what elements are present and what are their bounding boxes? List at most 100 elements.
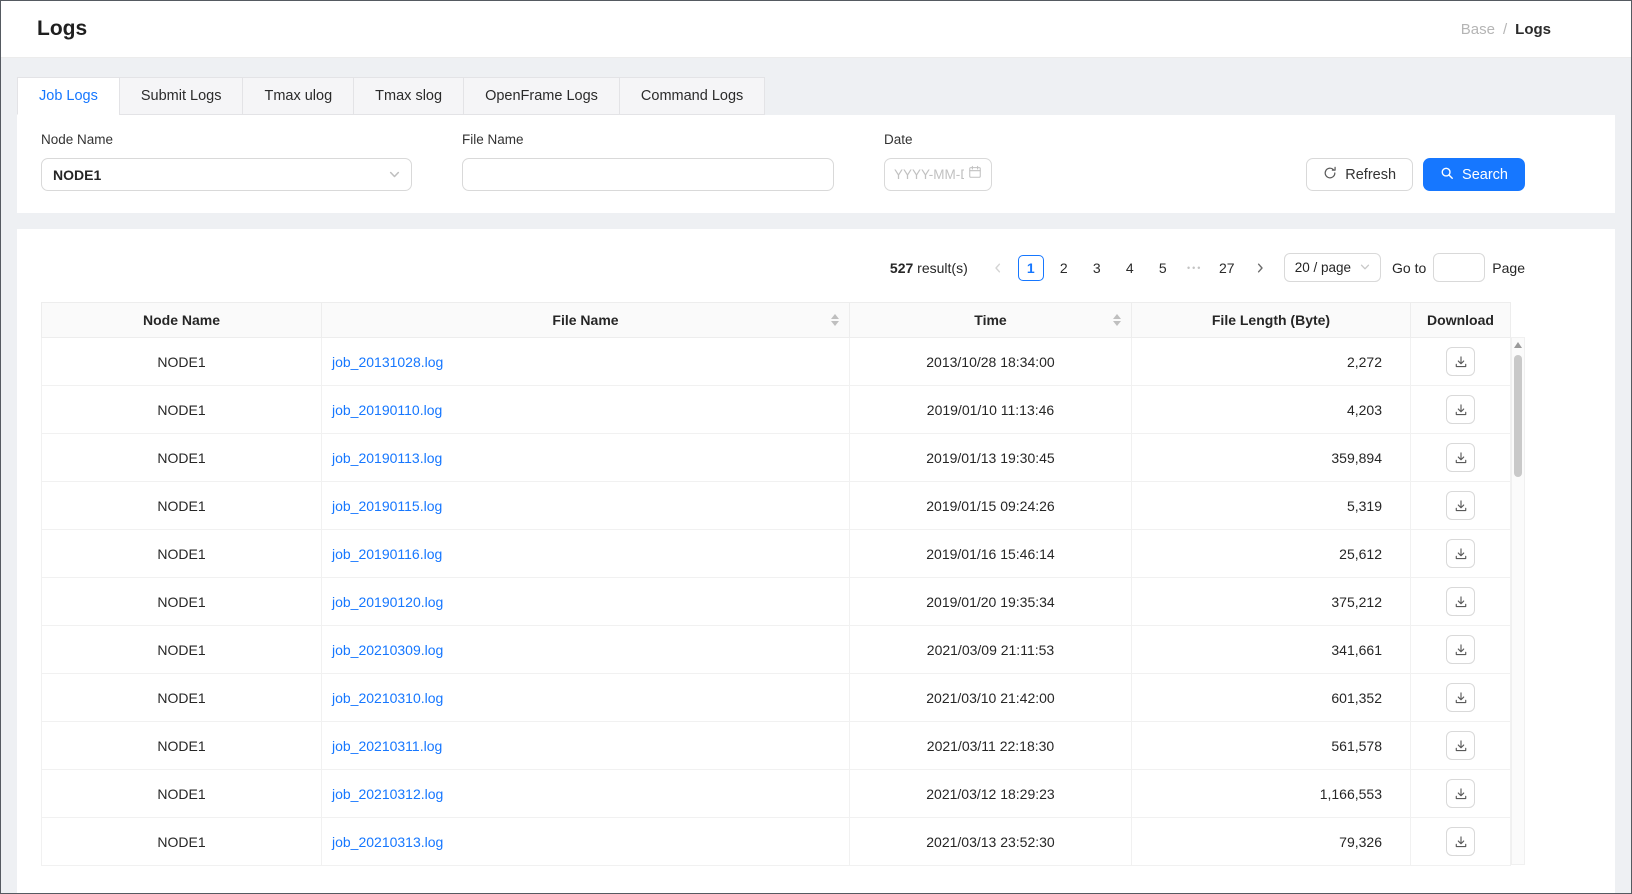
refresh-label: Refresh — [1345, 167, 1396, 183]
download-cell — [1411, 338, 1511, 386]
log-file-link[interactable]: job_20190120.log — [332, 594, 443, 610]
sort-icon[interactable] — [1113, 314, 1121, 326]
breadcrumb-base[interactable]: Base — [1461, 21, 1495, 38]
table-row: NODE1 job_20190115.log 2019/01/15 09:24:26… — [42, 482, 1511, 530]
file-length-cell: 5,319 — [1132, 482, 1411, 530]
page-ellipsis[interactable]: ••• — [1183, 263, 1207, 273]
time-cell: 2019/01/15 09:24:26 — [850, 482, 1132, 530]
page-button-last[interactable]: 27 — [1214, 255, 1240, 281]
date-input[interactable] — [894, 167, 964, 182]
download-cell — [1411, 434, 1511, 482]
log-file-link[interactable]: job_20210311.log — [332, 738, 442, 754]
download-icon — [1454, 355, 1468, 369]
download-icon — [1454, 643, 1468, 657]
file-length-cell: 359,894 — [1132, 434, 1411, 482]
file-length-cell: 601,352 — [1132, 674, 1411, 722]
node-name-cell: NODE1 — [42, 674, 322, 722]
date-picker[interactable] — [884, 158, 992, 191]
page-button-4[interactable]: 4 — [1117, 255, 1143, 281]
tab-bar: Job Logs Submit Logs Tmax ulog Tmax slog… — [17, 77, 1615, 115]
time-cell: 2019/01/20 19:35:34 — [850, 578, 1132, 626]
log-file-link[interactable]: job_20210310.log — [332, 690, 443, 706]
log-file-link[interactable]: job_20210312.log — [332, 786, 443, 802]
col-download: Download — [1411, 303, 1511, 338]
page-content: Job Logs Submit Logs Tmax ulog Tmax slog… — [1, 58, 1631, 893]
node-name-select[interactable]: NODE1 — [41, 158, 412, 191]
table-scrollbar[interactable] — [1511, 337, 1525, 865]
page-size-select[interactable]: 20 / page — [1284, 253, 1381, 282]
download-icon — [1454, 595, 1468, 609]
node-name-cell: NODE1 — [42, 482, 322, 530]
log-file-link[interactable]: job_20190110.log — [332, 402, 442, 418]
breadcrumb-current: Logs — [1515, 21, 1551, 38]
log-file-link[interactable]: job_20131028.log — [332, 354, 443, 370]
download-button[interactable] — [1446, 587, 1475, 616]
file-name-cell: job_20190120.log — [322, 578, 850, 626]
file-name-input[interactable] — [462, 158, 834, 191]
table-row: NODE1job_20210313.log2021/03/13 23:52:30… — [42, 818, 1511, 866]
tab-job-logs[interactable]: Job Logs — [17, 77, 120, 115]
download-button[interactable] — [1446, 443, 1475, 472]
file-length-cell: 561,578 — [1132, 722, 1411, 770]
refresh-button[interactable]: Refresh — [1306, 158, 1413, 191]
file-length-cell: 4,203 — [1132, 386, 1411, 434]
goto-page-input[interactable] — [1433, 253, 1485, 282]
page-button-3[interactable]: 3 — [1084, 255, 1110, 281]
col-time[interactable]: Time — [850, 303, 1132, 338]
node-name-cell: NODE1 — [42, 434, 322, 482]
download-button[interactable] — [1446, 395, 1475, 424]
page-button-2[interactable]: 2 — [1051, 255, 1077, 281]
node-name-cell: NODE1 — [42, 722, 322, 770]
download-button[interactable] — [1446, 683, 1475, 712]
download-button[interactable] — [1446, 827, 1475, 856]
download-button[interactable] — [1446, 539, 1475, 568]
tab-openframe-logs[interactable]: OpenFrame Logs — [463, 77, 620, 115]
log-file-link[interactable]: job_20210313.log — [332, 834, 443, 850]
table-body: NODE1job_20131028.log2013/10/28 18:34:00… — [42, 338, 1511, 866]
breadcrumb-separator: / — [1503, 21, 1507, 38]
time-cell: 2021/03/09 21:11:53 — [850, 626, 1132, 674]
file-length-cell: 25,612 — [1132, 530, 1411, 578]
download-icon — [1454, 739, 1468, 753]
download-cell — [1411, 578, 1511, 626]
tab-tmax-ulog[interactable]: Tmax ulog — [242, 77, 354, 115]
download-icon — [1454, 691, 1468, 705]
download-button[interactable] — [1446, 779, 1475, 808]
file-name-cell: job_20190116.log — [322, 530, 850, 578]
download-button[interactable] — [1446, 635, 1475, 664]
time-cell: 2021/03/13 23:52:30 — [850, 818, 1132, 866]
node-name-cell: NODE1 — [42, 626, 322, 674]
date-label: Date — [884, 132, 992, 147]
refresh-icon — [1323, 166, 1337, 184]
filter-actions: Refresh Search — [1306, 158, 1525, 191]
tab-command-logs[interactable]: Command Logs — [619, 77, 765, 115]
time-cell: 2021/03/12 18:29:23 — [850, 770, 1132, 818]
sort-icon[interactable] — [831, 314, 839, 326]
pagination-bar: 527 result(s) 1 2 3 4 5 ••• 27 20 / page — [41, 253, 1525, 282]
tab-tmax-slog[interactable]: Tmax slog — [353, 77, 464, 115]
page-button-1[interactable]: 1 — [1018, 255, 1044, 281]
page-button-5[interactable]: 5 — [1150, 255, 1176, 281]
file-name-cell: job_20210310.log — [322, 674, 850, 722]
file-name-cell: job_20210311.log — [322, 722, 850, 770]
filter-panel: Node Name NODE1 File Name Date — [17, 115, 1615, 213]
log-file-link[interactable]: job_20190113.log — [332, 450, 442, 466]
chevron-down-icon — [1360, 260, 1370, 275]
download-button[interactable] — [1446, 491, 1475, 520]
log-file-link[interactable]: job_20190116.log — [332, 546, 442, 562]
scroll-up-icon[interactable] — [1514, 342, 1522, 348]
prev-page-button[interactable] — [985, 255, 1011, 281]
download-button[interactable] — [1446, 347, 1475, 376]
download-cell — [1411, 770, 1511, 818]
download-button[interactable] — [1446, 731, 1475, 760]
node-name-label: Node Name — [41, 132, 412, 147]
search-button[interactable]: Search — [1423, 158, 1525, 191]
next-page-button[interactable] — [1247, 255, 1273, 281]
log-file-link[interactable]: job_20210309.log — [332, 642, 443, 658]
table-header-row: Node Name File Name Time File Length (By… — [42, 303, 1511, 338]
scrollbar-thumb[interactable] — [1514, 355, 1522, 477]
time-cell: 2019/01/16 15:46:14 — [850, 530, 1132, 578]
tab-submit-logs[interactable]: Submit Logs — [119, 77, 244, 115]
col-file-name[interactable]: File Name — [322, 303, 850, 338]
log-file-link[interactable]: job_20190115.log — [332, 498, 442, 514]
